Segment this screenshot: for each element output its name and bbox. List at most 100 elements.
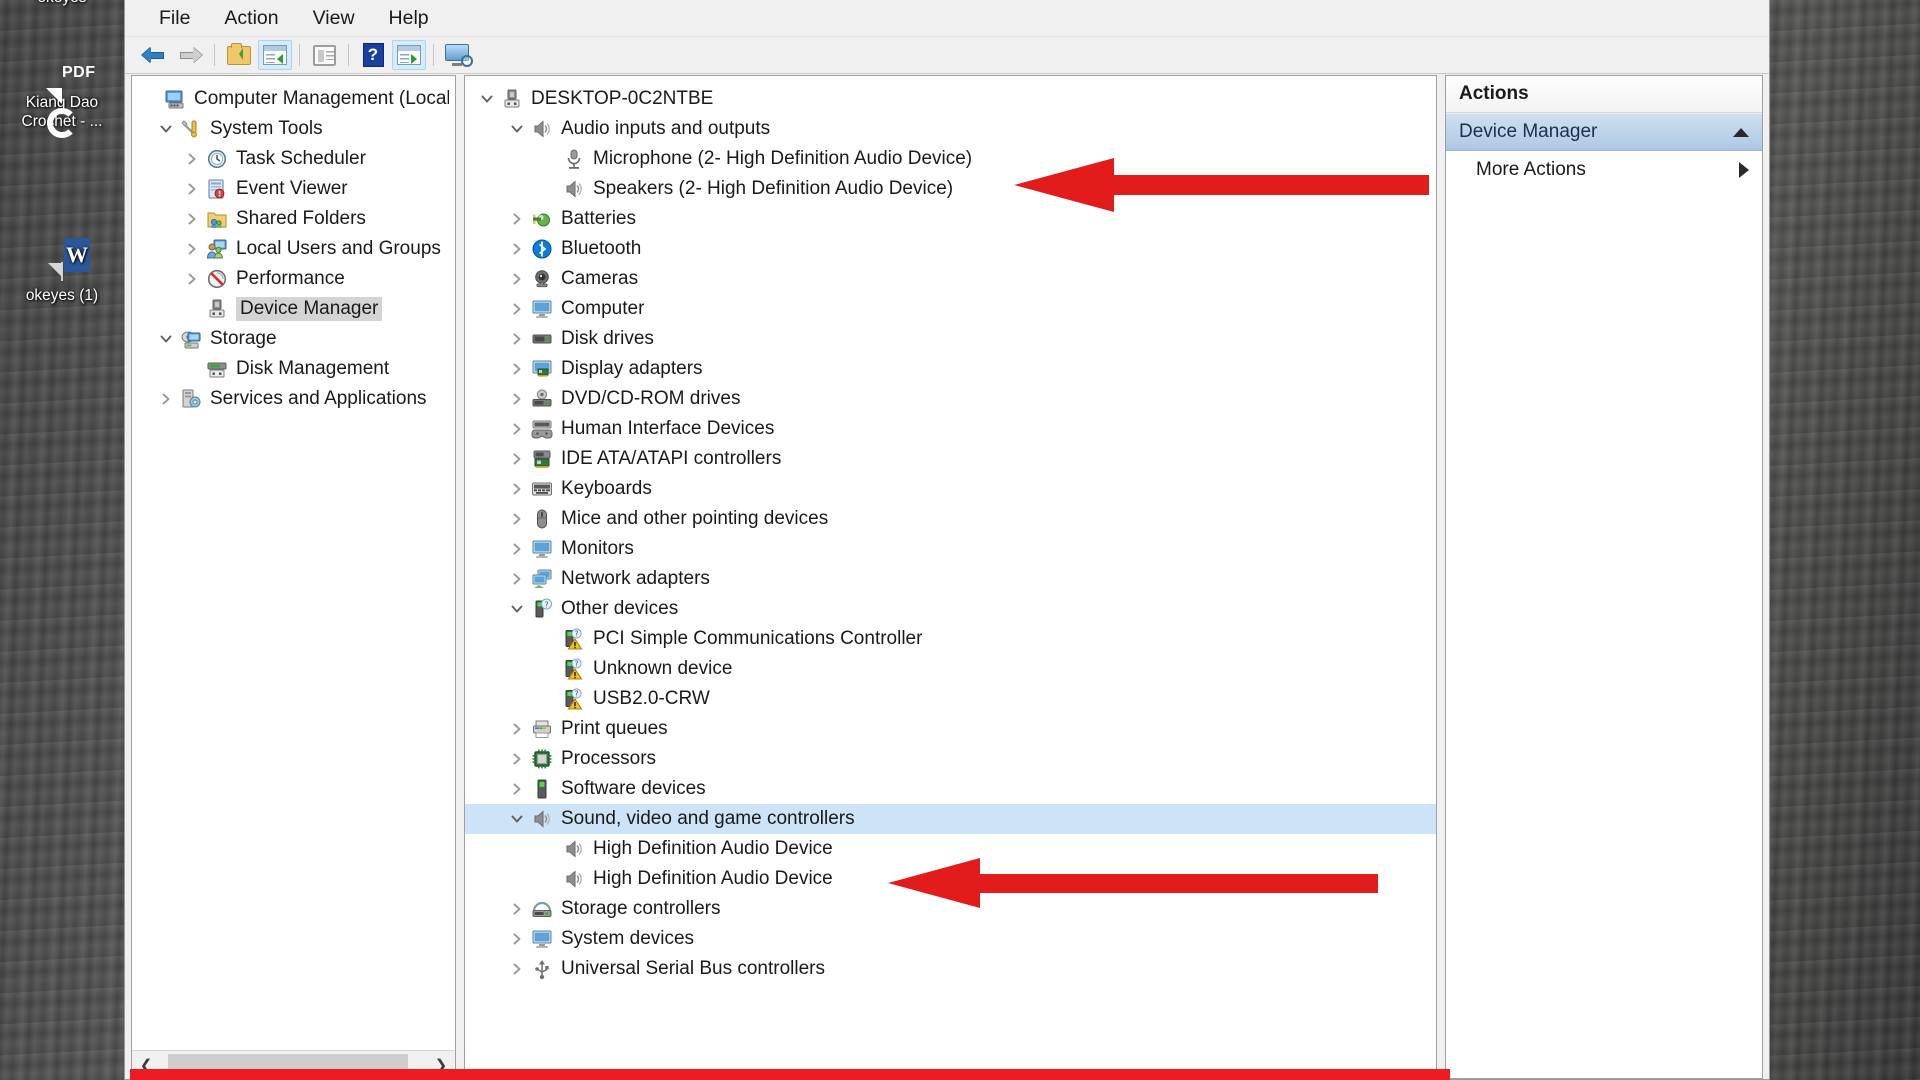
action-item-more-actions[interactable]: More Actions [1446, 151, 1762, 189]
pane-splitter[interactable] [456, 74, 464, 1079]
tree-item[interactable]: Sound, video and game controllers [465, 804, 1436, 834]
tree-item-label: Audio inputs and outputs [561, 118, 771, 139]
desktop-icon-okeyes[interactable]: W okeyes [4, 0, 120, 7]
tree-item[interactable]: Disk Management [132, 354, 455, 384]
chevron-right-icon[interactable] [180, 212, 204, 226]
monitor-icon [529, 538, 555, 560]
desktop-icon-okeyes-1[interactable]: W okeyes (1) [4, 238, 120, 305]
menu-view[interactable]: View [300, 4, 368, 33]
chevron-right-icon[interactable] [505, 482, 529, 496]
chevron-right-icon[interactable] [180, 152, 204, 166]
ide-controller-icon [529, 448, 555, 470]
chevron-right-icon[interactable] [505, 542, 529, 556]
show-hide-action-pane-button[interactable] [392, 40, 426, 70]
tree-item[interactable]: Event Viewer [132, 174, 455, 204]
back-button[interactable] [137, 40, 171, 70]
chevron-right-icon[interactable] [505, 452, 529, 466]
tree-item[interactable]: System Tools [132, 114, 455, 144]
chevron-right-icon[interactable] [180, 182, 204, 196]
up-one-level-button[interactable] [222, 40, 256, 70]
chevron-right-icon[interactable] [505, 572, 529, 586]
tree-item[interactable]: ? Unknown device [465, 654, 1436, 684]
tree-item[interactable]: Performance [132, 264, 455, 294]
tree-item[interactable]: Audio inputs and outputs [465, 114, 1436, 144]
chevron-right-icon[interactable] [505, 392, 529, 406]
chevron-right-icon[interactable] [505, 242, 529, 256]
chevron-down-icon[interactable] [154, 122, 178, 136]
tree-item[interactable]: Mice and other pointing devices [465, 504, 1436, 534]
chevron-right-icon[interactable] [505, 902, 529, 916]
tree-item[interactable]: Device Manager [132, 294, 455, 324]
chevron-right-icon[interactable] [505, 212, 529, 226]
speaker-icon [561, 838, 587, 860]
tree-item[interactable]: System devices [465, 924, 1436, 954]
tree-item[interactable]: Storage [132, 324, 455, 354]
menu-action[interactable]: Action [211, 4, 291, 33]
chevron-down-icon[interactable] [505, 812, 529, 826]
tree-item[interactable]: Bluetooth [465, 234, 1436, 264]
chevron-right-icon[interactable] [505, 932, 529, 946]
properties-button[interactable] [307, 40, 341, 70]
tree-item[interactable]: DVD/CD-ROM drives [465, 384, 1436, 414]
chevron-right-icon[interactable] [505, 962, 529, 976]
chevron-right-icon[interactable] [505, 512, 529, 526]
chevron-down-icon[interactable] [505, 122, 529, 136]
chevron-right-icon[interactable] [180, 272, 204, 286]
tree-item[interactable]: Keyboards [465, 474, 1436, 504]
forward-button[interactable] [173, 40, 207, 70]
tree-item[interactable]: ? PCI Simple Communications Controller [465, 624, 1436, 654]
chevron-right-icon[interactable] [505, 362, 529, 376]
desktop-icon-kiang-dao-crochet[interactable]: PDF Kiang Dao Crochet - ... [4, 64, 120, 138]
computer-node-icon [499, 88, 525, 110]
tree-item[interactable]: Task Scheduler [132, 144, 455, 174]
chevron-up-icon[interactable] [1733, 127, 1749, 137]
chevron-right-icon[interactable] [505, 422, 529, 436]
annotation-arrow-speakers [1014, 158, 1429, 212]
tree-item[interactable]: Local Users and Groups [132, 234, 455, 264]
tree-item-label: Task Scheduler [236, 148, 366, 169]
chevron-right-icon[interactable] [505, 302, 529, 316]
device-tree[interactable]: DESKTOP-0C2NTBE Audio inputs and outputs M… [465, 84, 1436, 984]
chevron-down-icon[interactable] [475, 92, 499, 106]
tree-item[interactable]: ? USB2.0-CRW [465, 684, 1436, 714]
tree-item[interactable]: Universal Serial Bus controllers [465, 954, 1436, 984]
desktop-icon-label: okeyes (1) [25, 287, 99, 304]
chevron-right-icon[interactable] [180, 242, 204, 256]
chevron-down-icon[interactable] [505, 602, 529, 616]
tree-item[interactable]: IDE ATA/ATAPI controllers [465, 444, 1436, 474]
tree-item[interactable]: Services and Applications [132, 384, 455, 414]
tree-item[interactable]: DESKTOP-0C2NTBE [465, 84, 1436, 114]
help-button[interactable]: ? [356, 40, 390, 70]
chevron-right-icon[interactable] [505, 722, 529, 736]
tree-item[interactable]: Shared Folders [132, 204, 455, 234]
show-hide-console-tree-button[interactable] [258, 40, 292, 70]
tree-item[interactable]: Human Interface Devices [465, 414, 1436, 444]
chevron-right-icon[interactable] [505, 272, 529, 286]
tree-item[interactable]: Software devices [465, 774, 1436, 804]
tree-item[interactable]: Processors [465, 744, 1436, 774]
chevron-right-icon[interactable] [505, 332, 529, 346]
tree-item[interactable]: Network adapters [465, 564, 1436, 594]
warning-device-icon: ? [561, 658, 587, 680]
menu-help[interactable]: Help [376, 4, 442, 33]
tree-item[interactable]: Display adapters [465, 354, 1436, 384]
console-tree[interactable]: Computer Management (Local System Tools Ta… [132, 76, 455, 1050]
action-group-device-manager[interactable]: Device Manager [1446, 113, 1762, 151]
tree-item[interactable]: Print queues [465, 714, 1436, 744]
chevron-right-icon[interactable] [1739, 162, 1749, 178]
chevron-right-icon[interactable] [505, 782, 529, 796]
tree-item-label: Other devices [561, 598, 679, 619]
scan-for-hardware-changes-button[interactable] [441, 40, 475, 70]
chevron-right-icon[interactable] [154, 392, 178, 406]
tree-item-label: Print queues [561, 718, 668, 739]
tree-item[interactable]: ? Other devices [465, 594, 1436, 624]
menu-file[interactable]: File [146, 4, 203, 33]
tree-item[interactable]: Monitors [465, 534, 1436, 564]
tree-item[interactable]: Computer Management (Local [132, 84, 455, 114]
tree-item[interactable]: Disk drives [465, 324, 1436, 354]
monitor-scan-icon [445, 44, 473, 67]
chevron-right-icon[interactable] [505, 752, 529, 766]
tree-item[interactable]: Computer [465, 294, 1436, 324]
tree-item[interactable]: Cameras [465, 264, 1436, 294]
chevron-down-icon[interactable] [154, 332, 178, 346]
